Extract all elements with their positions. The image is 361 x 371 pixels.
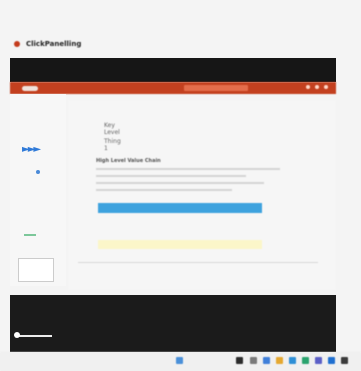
mail-icon[interactable] <box>263 357 270 364</box>
video-seek-knob[interactable] <box>14 332 20 338</box>
ribbon-toggle[interactable] <box>22 85 38 91</box>
section-title: High Level Value Chain <box>96 158 161 164</box>
file-explorer-icon[interactable] <box>250 357 257 364</box>
key-level-row: Key Level <box>104 122 136 136</box>
table-row <box>98 222 262 231</box>
key-level-row-2 <box>138 130 148 137</box>
paragraph-line <box>96 168 280 170</box>
key-level-label: Key Level <box>104 122 120 136</box>
terminal-icon[interactable] <box>236 357 243 364</box>
table-row <box>98 231 262 240</box>
teams-icon[interactable] <box>315 357 322 364</box>
ribbon-window-controls <box>306 85 328 89</box>
table-header <box>98 203 262 213</box>
maximize-icon[interactable] <box>315 85 319 89</box>
paragraph-line <box>96 189 232 191</box>
close-icon[interactable] <box>324 85 328 89</box>
thing-label: Thing 1 <box>104 138 121 152</box>
slide-thumbnail-rail: ►►► <box>10 94 66 297</box>
table-row <box>98 240 262 249</box>
app-logo-icon: ►►► <box>22 144 41 155</box>
paragraph-line <box>96 175 246 177</box>
rail-marker <box>24 234 36 236</box>
thing-row: Thing 1 <box>104 138 136 152</box>
browser-icon[interactable] <box>289 357 296 364</box>
brand-name[interactable]: ClickPanelling <box>26 40 81 48</box>
table-row <box>98 213 262 222</box>
app-icon[interactable] <box>302 357 309 364</box>
data-table <box>98 203 262 249</box>
os-taskbar <box>0 352 361 371</box>
ribbon-toolbar <box>10 82 336 94</box>
slide-divider <box>78 262 318 263</box>
rail-dot-icon <box>36 170 40 174</box>
start-icon[interactable] <box>176 357 183 364</box>
ribbon-search-box[interactable] <box>184 85 248 91</box>
settings-icon[interactable] <box>341 357 348 364</box>
paragraph-line <box>96 182 264 184</box>
slide-canvas: Key Level Thing 1 High Level Value Chain <box>68 100 336 290</box>
minimize-icon[interactable] <box>306 85 310 89</box>
presentation-title-bar <box>10 58 336 82</box>
brand-row: ClickPanelling <box>14 40 91 48</box>
word-icon[interactable] <box>328 357 335 364</box>
slide-thumbnail[interactable] <box>18 258 54 282</box>
video-player[interactable] <box>10 295 336 352</box>
brand-logo-icon <box>14 41 20 47</box>
video-seek-bar[interactable] <box>18 335 52 337</box>
folder-icon[interactable] <box>276 357 283 364</box>
